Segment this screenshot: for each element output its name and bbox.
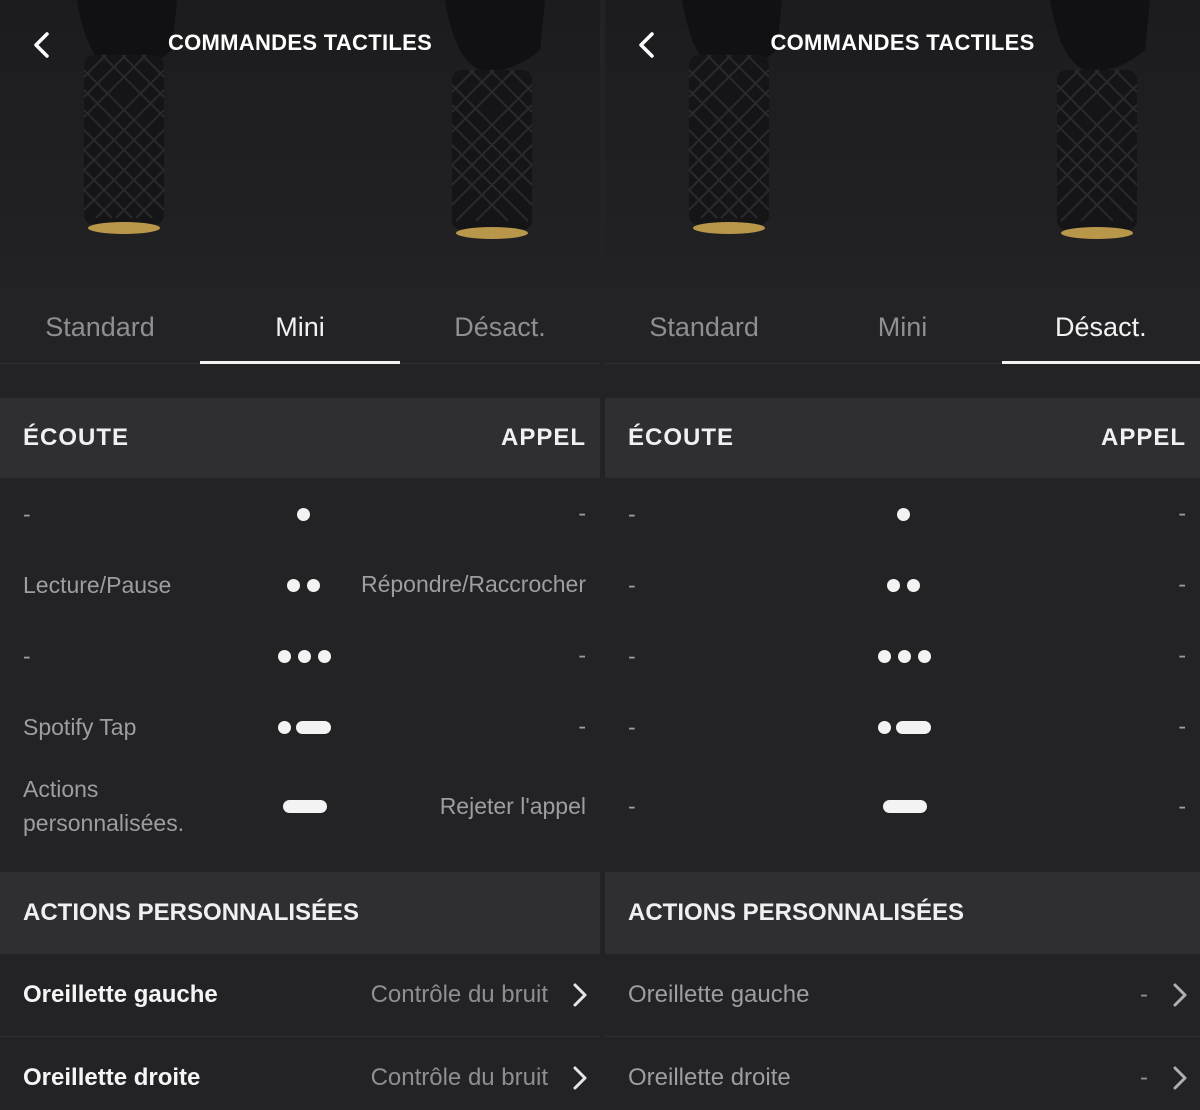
- hero-image: COMMANDES TACTILES: [0, 0, 600, 285]
- tab-standard[interactable]: Standard: [0, 285, 200, 363]
- gesture-list: - - Lecture/Pause Répondre/Raccrocher - …: [0, 478, 600, 850]
- listen-action: Actions personnalisées.: [23, 776, 185, 836]
- page-title: COMMANDES TACTILES: [770, 30, 1035, 55]
- gesture-row: - -: [605, 620, 1200, 691]
- custom-action-row-right[interactable]: Oreillette droite Contrôle du bruit: [0, 1037, 600, 1110]
- gesture-row: Actions personnalisées. Rejeter l'appel: [0, 762, 600, 850]
- tap-and-hold-icon: [850, 717, 960, 737]
- tab-desact[interactable]: Désact.: [400, 285, 600, 363]
- gesture-list: - - - - - - - - - -: [605, 478, 1200, 850]
- gesture-row: - -: [605, 762, 1200, 850]
- long-press-icon: [250, 796, 360, 816]
- custom-action-row-left[interactable]: Oreillette gauche -: [605, 954, 1200, 1037]
- call-action: -: [578, 713, 586, 739]
- tab-standard[interactable]: Standard: [605, 285, 803, 363]
- custom-action-value: -: [1140, 1064, 1148, 1091]
- listen-action: -: [628, 713, 636, 740]
- screen-mini: COMMANDES TACTILES Standard Mini Désact.…: [0, 0, 600, 1110]
- call-action: -: [578, 500, 586, 526]
- listen-action: -: [628, 793, 636, 819]
- listen-action: -: [628, 500, 636, 527]
- custom-action-value: -: [1140, 981, 1148, 1008]
- chevron-right-icon: [1173, 1066, 1187, 1090]
- call-action: -: [1178, 642, 1186, 668]
- single-tap-icon: [250, 504, 360, 524]
- call-action: Répondre/Raccrocher: [360, 571, 586, 597]
- listen-header: ÉCOUTE: [23, 424, 130, 451]
- call-action: -: [1178, 571, 1186, 597]
- chevron-right-icon: [573, 1066, 587, 1090]
- gesture-row: - -: [605, 478, 1200, 549]
- listen-action: Lecture/Pause: [23, 571, 172, 598]
- call-action: -: [1178, 792, 1186, 819]
- tab-desact[interactable]: Désact.: [1001, 285, 1200, 364]
- gesture-section-header: ÉCOUTE APPEL: [0, 398, 600, 478]
- listen-action: Spotify Tap: [23, 713, 137, 740]
- listen-header: ÉCOUTE: [628, 424, 735, 451]
- page-title: COMMANDES TACTILES: [167, 30, 433, 55]
- call-action: Rejeter l'appel: [439, 792, 586, 819]
- gesture-row: Spotify Tap -: [0, 691, 600, 762]
- screen-desact: COMMANDES TACTILES Standard Mini Désact.…: [605, 0, 1200, 1110]
- custom-action-value: Contrôle du bruit: [370, 1064, 548, 1091]
- custom-action-value: Contrôle du bruit: [370, 981, 548, 1008]
- call-action: -: [578, 642, 586, 668]
- screens: COMMANDES TACTILES Standard Mini Désact.…: [0, 0, 1200, 1110]
- double-tap-icon: [850, 575, 960, 595]
- custom-action-row-right[interactable]: Oreillette droite -: [605, 1037, 1200, 1110]
- mode-tabs: Standard Mini Désact.: [0, 285, 600, 364]
- gesture-row: - -: [0, 478, 600, 549]
- custom-action-label: Oreillette droite: [23, 1064, 201, 1091]
- double-tap-icon: [250, 575, 360, 595]
- single-tap-icon: [850, 504, 960, 524]
- gesture-row: - -: [0, 620, 600, 691]
- listen-action: -: [628, 642, 636, 669]
- custom-action-label: Oreillette gauche: [628, 981, 810, 1008]
- listen-action: -: [628, 571, 636, 598]
- gesture-row: Lecture/Pause Répondre/Raccrocher: [0, 549, 600, 620]
- custom-actions-header: ACTIONS PERSONNALISÉES: [0, 872, 600, 954]
- gesture-section-header: ÉCOUTE APPEL: [605, 398, 1200, 478]
- listen-action: -: [23, 642, 31, 669]
- triple-tap-icon: [250, 646, 360, 666]
- custom-actions-header: ACTIONS PERSONNALISÉES: [605, 872, 1200, 954]
- gesture-row: - -: [605, 549, 1200, 620]
- listen-action: -: [23, 500, 31, 527]
- custom-action-label: Oreillette gauche: [23, 981, 218, 1008]
- tap-and-hold-icon: [250, 717, 360, 737]
- gesture-row: - -: [605, 691, 1200, 762]
- triple-tap-icon: [850, 646, 960, 666]
- call-header: APPEL: [1100, 424, 1186, 451]
- long-press-icon: [850, 796, 960, 816]
- call-action: -: [1178, 500, 1186, 526]
- hero-image: COMMANDES TACTILES: [605, 0, 1200, 285]
- chevron-right-icon: [1173, 983, 1187, 1007]
- tab-mini[interactable]: Mini: [200, 285, 400, 364]
- chevron-right-icon: [573, 983, 587, 1007]
- tab-mini[interactable]: Mini: [803, 285, 1001, 363]
- call-header: APPEL: [500, 424, 586, 451]
- call-action: -: [1178, 713, 1186, 739]
- mode-tabs: Standard Mini Désact.: [605, 285, 1200, 364]
- custom-action-row-left[interactable]: Oreillette gauche Contrôle du bruit: [0, 954, 600, 1037]
- custom-action-label: Oreillette droite: [628, 1064, 791, 1091]
